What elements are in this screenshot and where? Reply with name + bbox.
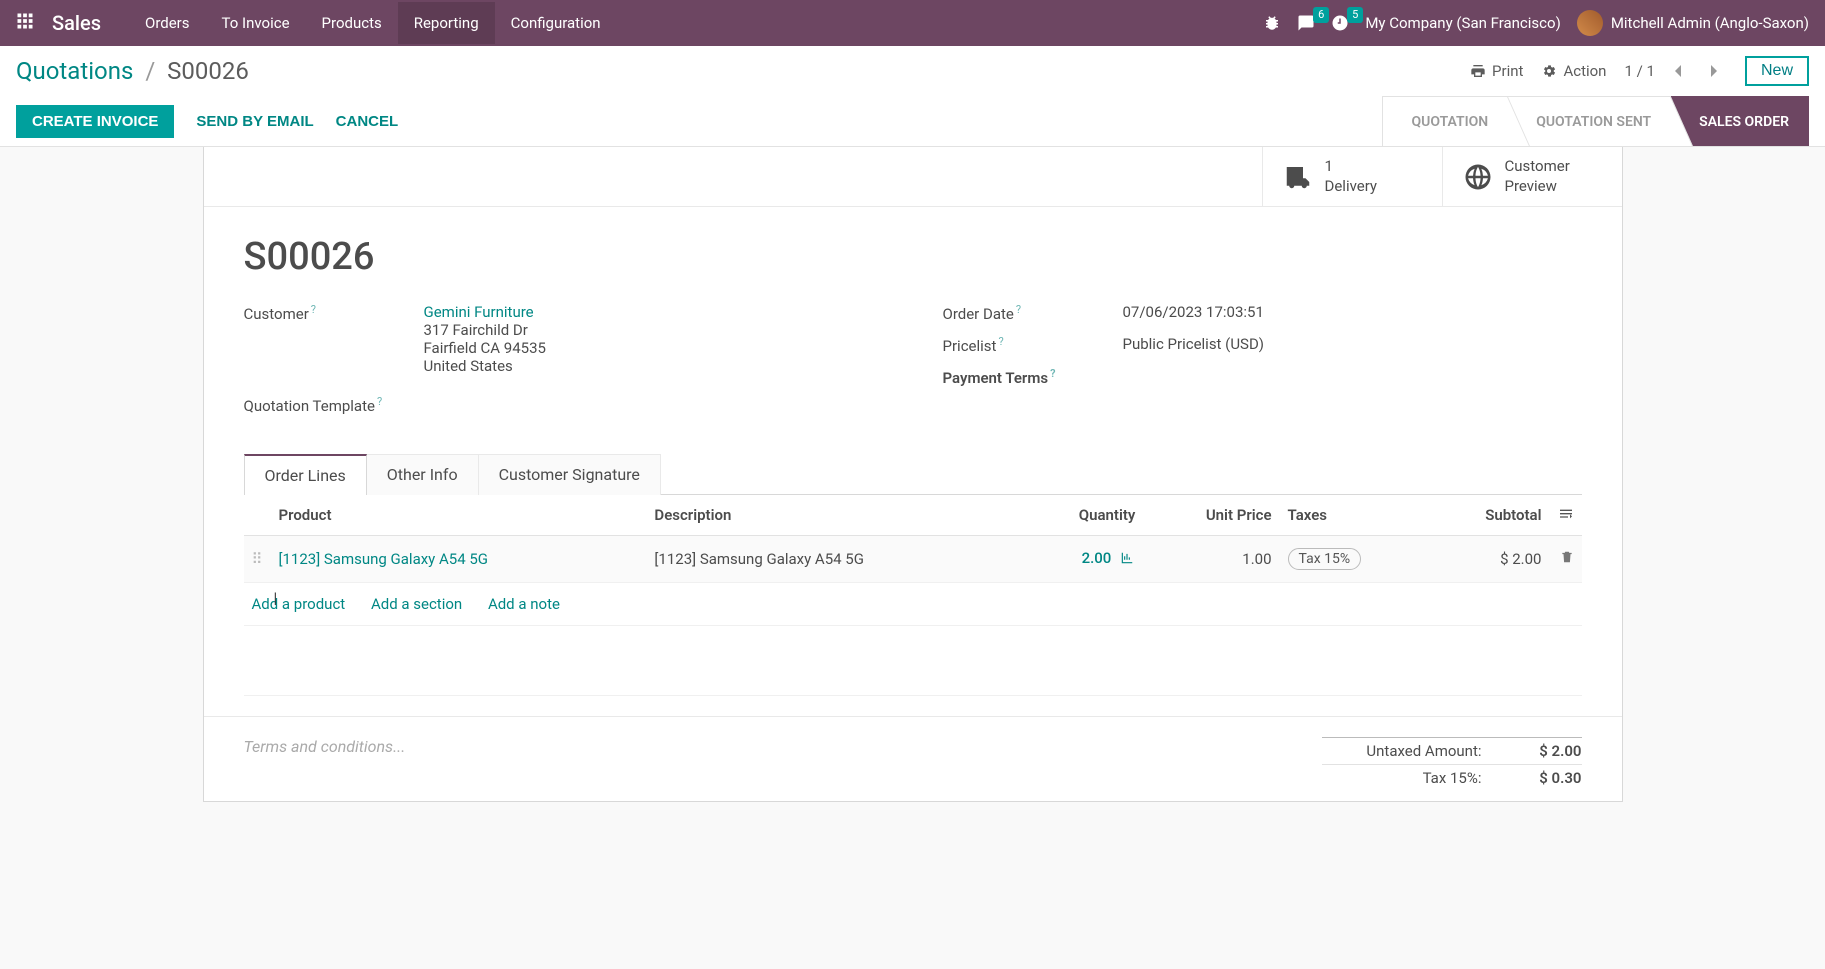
subtotal-cell: $ 2.00 [1429,536,1550,583]
customer-link[interactable]: Gemini Furniture [424,303,534,321]
print-button[interactable]: Print [1470,62,1523,80]
activities-badge: 5 [1347,7,1363,23]
status-sales-order[interactable]: SALES ORDER [1671,96,1809,146]
company-selector[interactable]: My Company (San Francisco) [1365,14,1560,32]
description-cell[interactable]: [1123] Samsung Galaxy A54 5G [646,536,1022,583]
terms-input[interactable]: Terms and conditions... [244,737,406,791]
quotation-template-label: Quotation Template? [244,395,424,415]
tax-label: Tax 15%: [1322,769,1482,787]
breadcrumb-current: S00026 [167,57,249,85]
columns-options-icon[interactable] [1558,507,1574,525]
messages-badge: 6 [1313,7,1329,23]
tax-value: $ 0.30 [1512,769,1582,787]
menu-reporting[interactable]: Reporting [398,2,495,44]
new-button[interactable]: New [1745,56,1809,86]
apps-icon[interactable] [16,12,44,34]
add-note-link[interactable]: Add a note [488,595,560,613]
table-row[interactable]: ⠿ [1123] Samsung Galaxy A54 5G [1123] Sa… [244,536,1582,583]
app-brand[interactable]: Sales [52,11,101,35]
tabs: Order Lines Other Info Customer Signatur… [244,453,1582,495]
quantity-cell[interactable]: 2.00 [1082,549,1112,567]
create-invoice-button[interactable]: CREATE INVOICE [16,105,174,138]
user-name: Mitchell Admin (Anglo-Saxon) [1611,14,1809,32]
help-icon[interactable]: ? [377,395,382,408]
pager-prev[interactable] [1665,58,1691,84]
print-icon [1470,63,1486,79]
breadcrumb: Quotations / S00026 [16,57,249,85]
messages-icon[interactable]: 6 [1297,14,1315,32]
customer-preview-button[interactable]: CustomerPreview [1442,147,1622,206]
help-icon[interactable]: ? [1050,367,1055,380]
untaxed-value: $ 2.00 [1512,742,1582,760]
tax-tag[interactable]: Tax 15% [1288,548,1362,570]
statusbar: QUOTATION QUOTATION SENT SALES ORDER [1382,96,1809,146]
tab-other-info[interactable]: Other Info [367,454,479,495]
order-lines-table: Product Description Quantity Unit Price … [244,495,1582,696]
th-taxes: Taxes [1280,495,1429,536]
address-line: United States [424,357,883,375]
payment-terms-value[interactable] [1123,367,1582,387]
totals: Untaxed Amount: $ 2.00 Tax 15%: $ 0.30 [1322,737,1582,791]
customer-label: Customer? [244,303,424,375]
cp-actions: Print Action 1 / 1 New [1470,56,1809,86]
main-menu: Orders To Invoice Products Reporting Con… [129,2,617,44]
debug-icon[interactable] [1263,14,1281,32]
pager-text[interactable]: 1 / 1 [1624,62,1655,80]
address-line: Fairfield CA 94535 [424,339,883,357]
th-subtotal: Subtotal [1429,495,1550,536]
th-product: Product [271,495,647,536]
product-link[interactable]: [1123] Samsung Galaxy A54 5G [279,550,489,568]
delete-row-icon[interactable] [1560,550,1574,568]
status-quotation-sent[interactable]: QUOTATION SENT [1508,96,1671,146]
status-quotation[interactable]: QUOTATION [1382,96,1508,146]
address-line: 317 Fairchild Dr [424,321,883,339]
action-button[interactable]: Action [1541,62,1606,80]
button-box: 1Delivery CustomerPreview [204,147,1622,207]
untaxed-label: Untaxed Amount: [1322,742,1482,760]
form-sheet: 1Delivery CustomerPreview S00026 Custome… [203,147,1623,802]
gear-icon [1541,63,1557,79]
avatar [1577,10,1603,36]
navbar-right: 6 5 My Company (San Francisco) Mitchell … [1263,10,1809,36]
menu-configuration[interactable]: Configuration [495,2,617,44]
th-description: Description [646,495,1022,536]
add-product-link[interactable]: Add a product [252,595,346,613]
quotation-template-value[interactable] [424,395,883,415]
tab-customer-signature[interactable]: Customer Signature [479,454,661,495]
pager-next[interactable] [1701,58,1727,84]
menu-orders[interactable]: Orders [129,2,206,44]
payment-terms-label: Payment Terms? [943,367,1123,387]
help-icon[interactable]: ? [311,303,316,316]
unit-price-cell[interactable]: 1.00 [1143,536,1279,583]
help-icon[interactable]: ? [1016,303,1021,316]
help-icon[interactable]: ? [998,335,1003,348]
send-email-button[interactable]: SEND BY EMAIL [196,113,313,130]
tab-order-lines[interactable]: Order Lines [244,454,367,495]
th-quantity: Quantity [1022,495,1143,536]
activities-icon[interactable]: 5 [1331,14,1349,32]
pager: 1 / 1 [1624,58,1727,84]
add-section-link[interactable]: Add a section [371,595,462,613]
pricelist-label: Pricelist? [943,335,1123,355]
add-links-row: | Add a product Add a section Add a note [244,583,1582,626]
control-panel: Quotations / S00026 Print Action 1 / 1 N… [0,46,1825,147]
forecast-icon[interactable] [1119,551,1135,569]
order-name: S00026 [244,235,1582,279]
menu-to-invoice[interactable]: To Invoice [206,2,306,44]
truck-icon [1283,162,1313,192]
breadcrumb-sep: / [145,57,155,85]
drag-handle-icon[interactable]: ⠿ [244,536,271,583]
globe-icon [1463,162,1493,192]
delivery-stat-button[interactable]: 1Delivery [1262,147,1442,206]
breadcrumb-root[interactable]: Quotations [16,57,133,85]
cancel-button[interactable]: CANCEL [336,113,399,130]
order-date-value: 07/06/2023 17:03:51 [1123,303,1582,323]
pricelist-value: Public Pricelist (USD) [1123,335,1582,355]
order-date-label: Order Date? [943,303,1123,323]
user-menu[interactable]: Mitchell Admin (Anglo-Saxon) [1577,10,1809,36]
th-unit-price: Unit Price [1143,495,1279,536]
menu-products[interactable]: Products [306,2,398,44]
top-navbar: Sales Orders To Invoice Products Reporti… [0,0,1825,46]
